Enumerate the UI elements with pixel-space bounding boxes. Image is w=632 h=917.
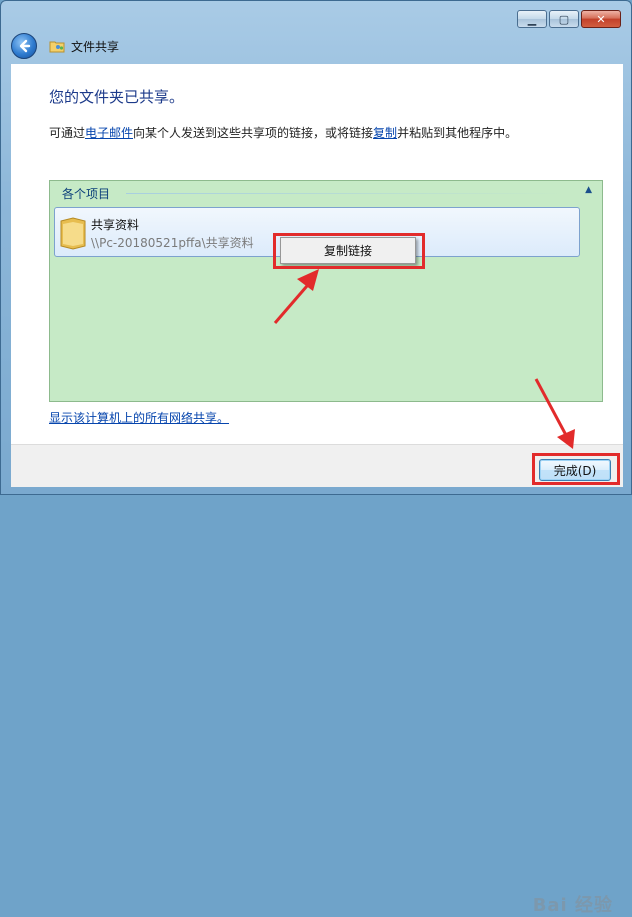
- maximize-button[interactable]: ▢: [549, 10, 579, 28]
- shared-items-panel: 各个项目 ▲ 共享资料 \\Pc-20180521pffa\共享资料 复制链接: [49, 180, 603, 402]
- page-heading: 您的文件夹已共享。: [49, 88, 185, 106]
- instruction-text: 可通过电子邮件向某个人发送到这些共享项的链接，或将链接复制并粘贴到其他程序中。: [49, 124, 517, 141]
- back-arrow-icon[interactable]: [11, 33, 37, 59]
- email-link[interactable]: 电子邮件: [85, 126, 133, 140]
- panel-divider: [126, 193, 566, 194]
- content-area: 您的文件夹已共享。 可通过电子邮件向某个人发送到这些共享项的链接，或将链接复制并…: [11, 64, 623, 444]
- chevron-up-icon[interactable]: ▲: [585, 185, 592, 195]
- desc-prefix: 可通过: [49, 126, 86, 140]
- highlight-box-menu: [273, 233, 425, 269]
- show-all-shares-link[interactable]: 显示该计算机上的所有网络共享。: [49, 409, 229, 426]
- panel-title: 各个项目: [62, 187, 111, 201]
- navigation-bar: 文件共享: [11, 31, 119, 61]
- minimize-button[interactable]: ▁: [517, 10, 547, 28]
- copy-link[interactable]: 复制: [373, 126, 397, 140]
- folder-icon: [60, 217, 86, 250]
- close-button[interactable]: ✕: [581, 10, 621, 28]
- desc-suffix: 并粘贴到其他程序中。: [397, 126, 518, 140]
- window-title: 文件共享: [71, 39, 120, 54]
- desc-middle: 向某个人发送到这些共享项的链接，或将链接: [133, 126, 374, 140]
- item-name: 共享资料: [91, 218, 140, 232]
- baidu-watermark: Bai 经验: [532, 895, 613, 916]
- file-sharing-icon: [49, 41, 65, 53]
- file-sharing-window: ▁ ▢ ✕ 文件共享 您的文件夹已共享。 可通过电子邮件向某个人发送到这些共享项…: [0, 0, 632, 916]
- item-path: \\Pc-20180521pffa\共享资料: [91, 236, 254, 250]
- panel-header: 各个项目 ▲: [62, 185, 592, 201]
- caption-buttons: ▁ ▢ ✕: [517, 10, 621, 28]
- highlight-box-finish: [532, 453, 620, 485]
